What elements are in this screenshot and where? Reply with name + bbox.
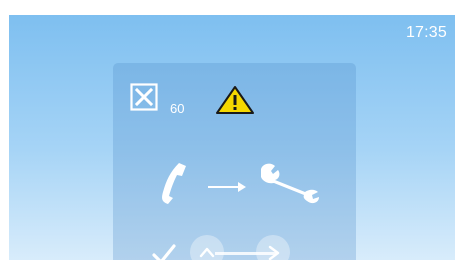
phone-handset-icon	[162, 163, 186, 204]
warning-triangle-icon	[216, 86, 254, 114]
up-button[interactable]	[190, 235, 224, 260]
close-box-icon[interactable]	[130, 83, 158, 111]
status-clock: 17:35	[405, 24, 447, 41]
arrow-right-icon	[208, 182, 246, 192]
chevron-right-icon	[268, 245, 280, 260]
service-dialog: 60	[113, 63, 356, 260]
wrench-icon	[261, 163, 319, 204]
checkmark-icon[interactable]	[151, 243, 177, 260]
next-button[interactable]	[256, 235, 290, 260]
device-screen: 17:35 60	[9, 15, 455, 260]
timeout-count: 60	[170, 101, 185, 116]
chevron-up-icon	[199, 247, 215, 258]
